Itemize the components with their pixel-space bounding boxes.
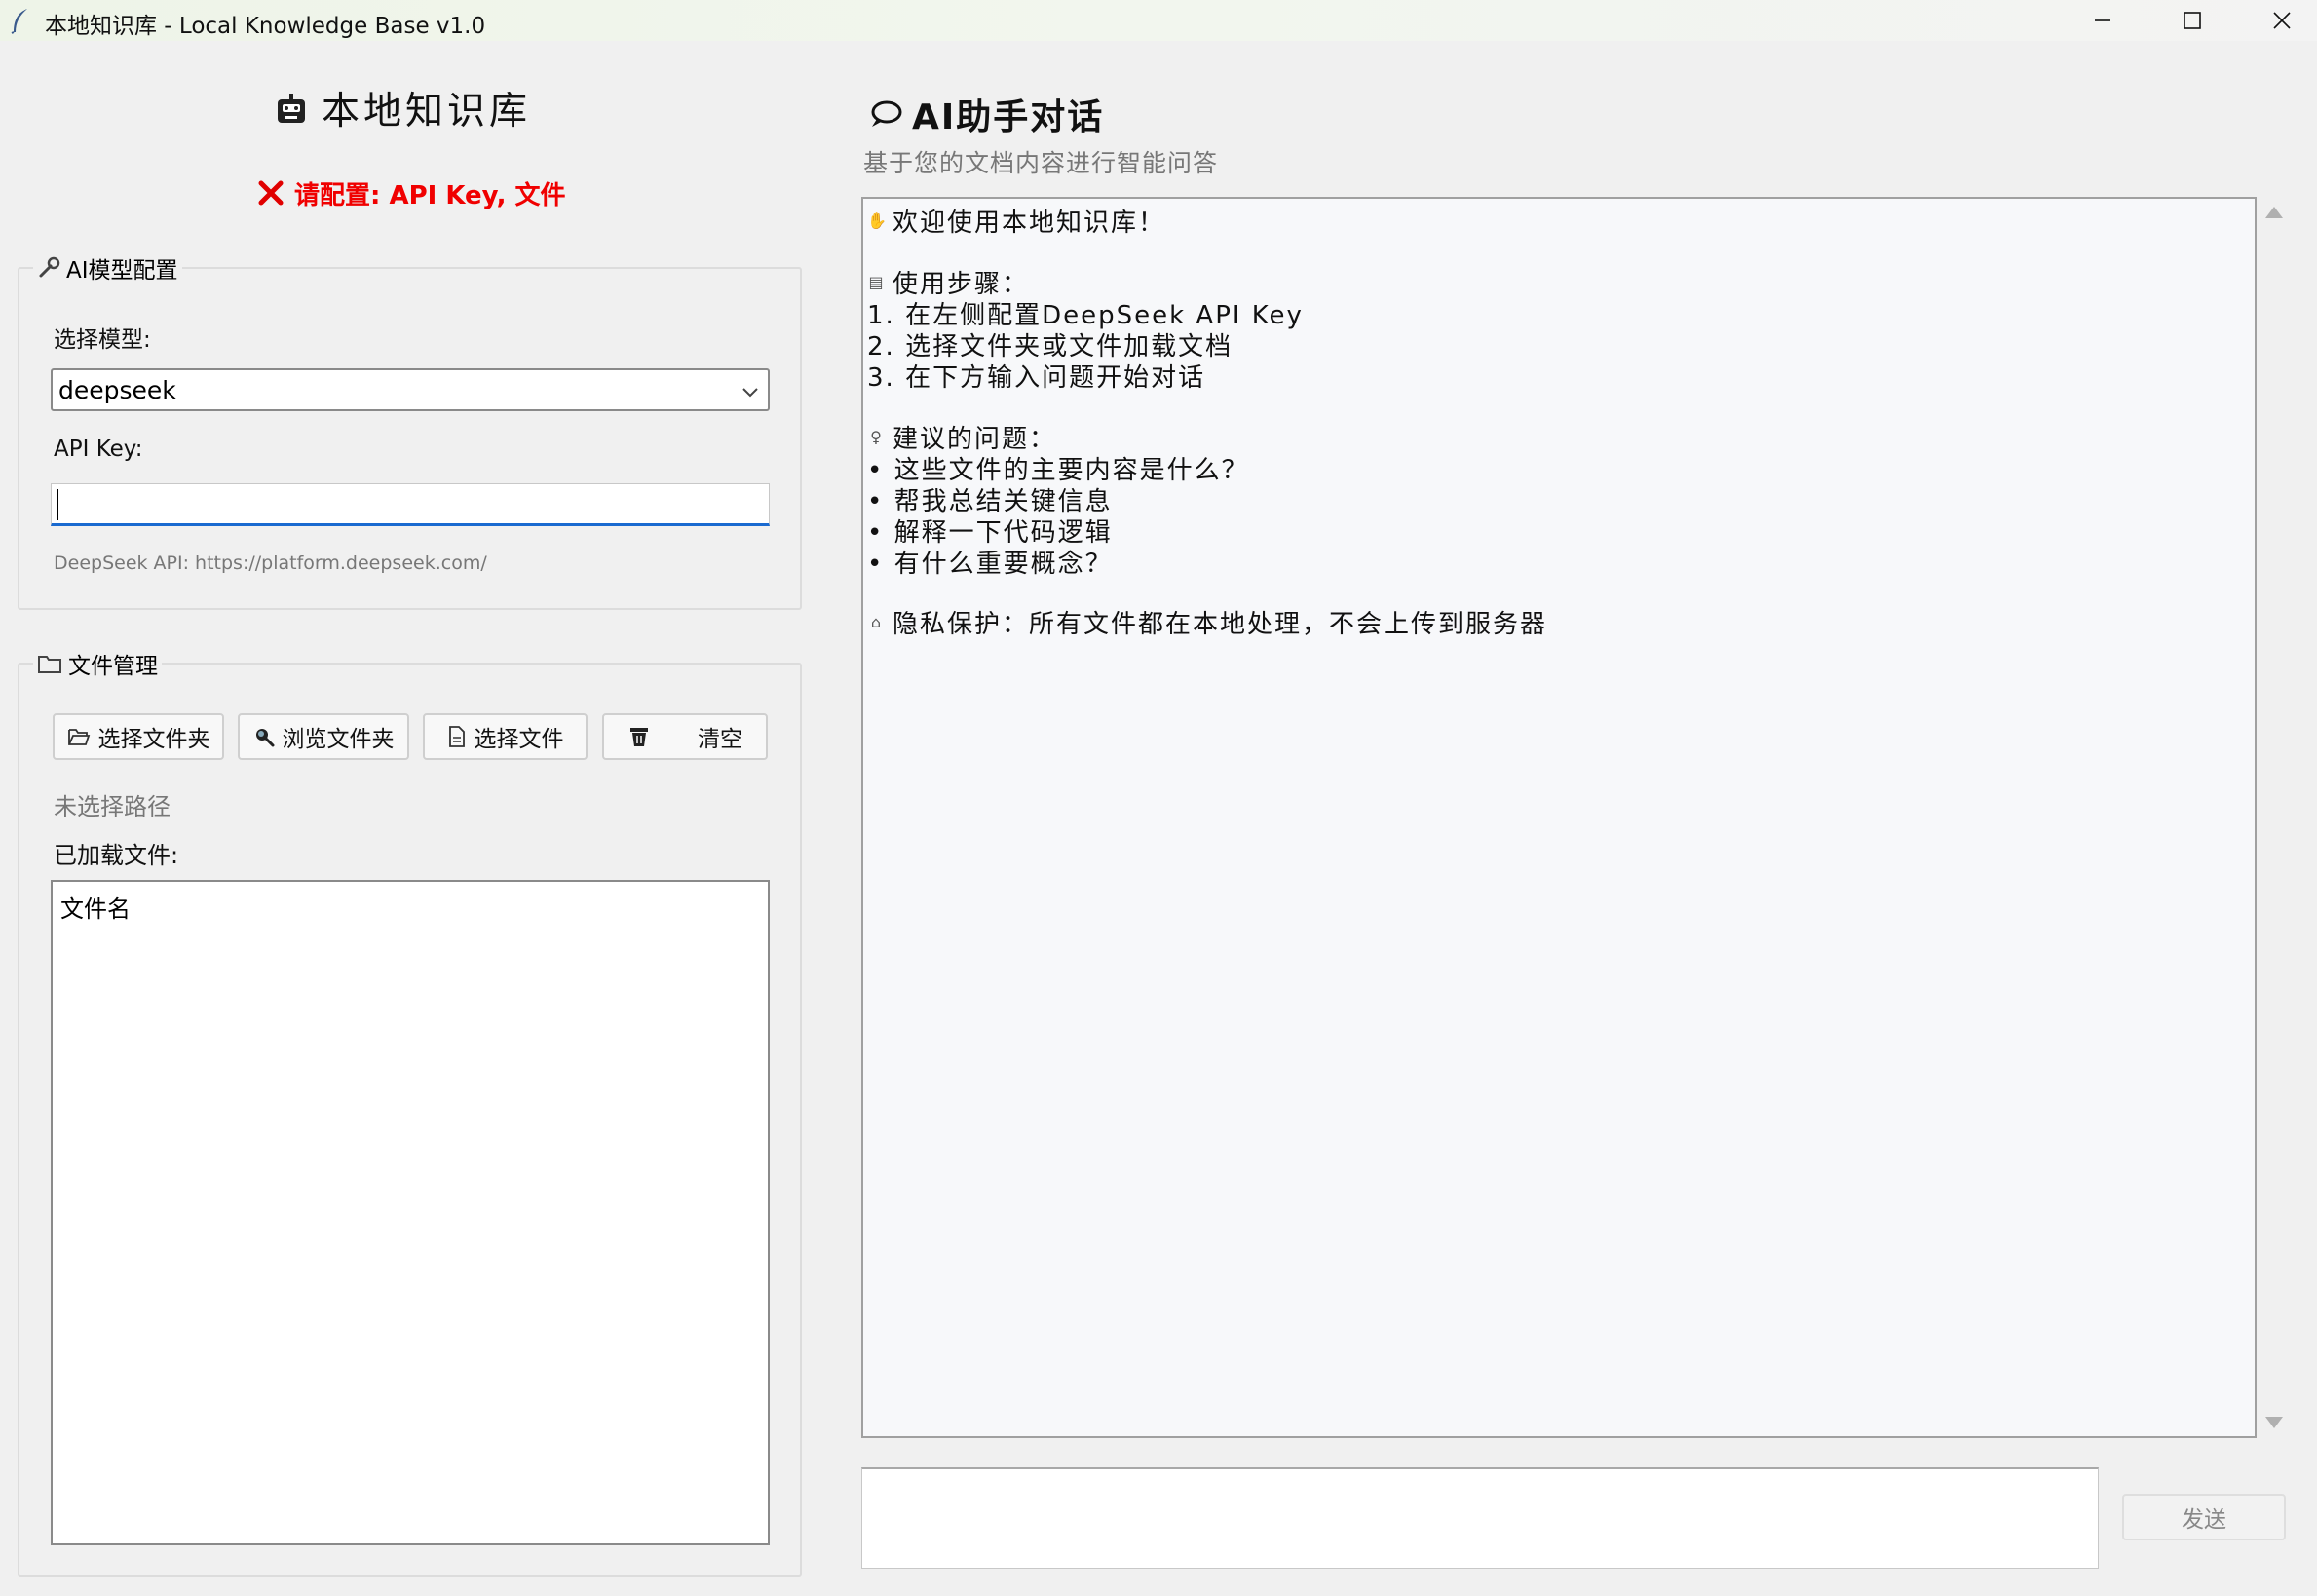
config-warning: 请配置: API Key, 文件 [257, 175, 566, 210]
scroll-down-arrow-icon[interactable] [2263, 1415, 2285, 1430]
lock-icon: ⌂ [870, 612, 884, 631]
browse-folder-button[interactable]: 浏览文件夹 [238, 713, 409, 760]
wave-hand-icon: ✋ [867, 210, 889, 230]
open-folder-icon [67, 729, 90, 745]
message-line: ▤ 使用步骤： [867, 266, 1029, 299]
chat-history[interactable]: ✋ 欢迎使用本地知识库！ ▤ 使用步骤： 1. 在左侧配置DeepSeek AP… [861, 197, 2257, 1438]
file-list[interactable]: 文件名 [51, 880, 770, 1545]
path-status: 未选择路径 [54, 793, 171, 820]
file-management-legend-text: 文件管理 [68, 654, 158, 679]
window-title: 本地知识库 - Local Knowledge Base v1.0 [45, 14, 486, 39]
trash-icon [630, 728, 648, 746]
message-line: ✋ 欢迎使用本地知识库！ [867, 205, 1166, 238]
select-file-button[interactable]: 选择文件 [423, 713, 588, 760]
send-label: 发送 [2182, 1507, 2226, 1533]
api-key-input[interactable] [51, 483, 770, 526]
privacy-text: 隐私保护：所有文件都在本地处理，不会上传到服务器 [893, 609, 1548, 639]
chat-subtitle: 基于您的文档内容进行智能问答 [863, 149, 1219, 177]
app-title: 本地知识库 [275, 84, 531, 133]
feather-icon [11, 9, 27, 34]
chevron-down-icon[interactable] [741, 382, 760, 401]
speech-bubble-icon [871, 100, 902, 127]
message-line: ⌂ 隐私保护：所有文件都在本地处理，不会上传到服务器 [867, 606, 1548, 639]
maximize-button[interactable] [2147, 0, 2237, 41]
app-title-text: 本地知识库 [322, 90, 532, 133]
scroll-up-arrow-icon[interactable] [2263, 205, 2285, 220]
message-line: • 帮我总结关键信息 [867, 483, 1113, 516]
api-key-label: API Key: [54, 437, 143, 462]
maximize-icon [2184, 12, 2201, 29]
clear-label: 清空 [698, 727, 742, 752]
minimize-button[interactable] [2058, 0, 2147, 41]
title-bar: 本地知识库 - Local Knowledge Base v1.0 [0, 0, 2317, 41]
robot-icon [278, 94, 305, 123]
message-line: • 有什么重要概念？ [867, 546, 1113, 579]
suggestion-4: • 有什么重要概念？ [867, 549, 1113, 579]
minimize-icon [2095, 19, 2110, 21]
message-line: 2. 选择文件夹或文件加载文档 [867, 328, 1233, 361]
loaded-files-label: 已加载文件: [54, 842, 179, 869]
message-line: ♀ 建议的问题： [867, 421, 1056, 454]
send-button[interactable]: 发送 [2122, 1494, 2286, 1540]
wrench-icon [39, 256, 60, 278]
file-list-header[interactable]: 文件名 [60, 890, 131, 924]
welcome-text: 欢迎使用本地知识库！ [893, 208, 1166, 238]
light-bulb-icon: ♀ [870, 427, 884, 446]
file-management-legend: 文件管理 [33, 648, 162, 679]
chat-title-text: AI助手对话 [912, 97, 1105, 137]
clipboard-icon: ▤ [868, 272, 886, 291]
model-label: 选择模型: [54, 327, 151, 353]
select-file-label: 选择文件 [474, 727, 564, 752]
folder-icon [38, 656, 61, 673]
message-line: • 这些文件的主要内容是什么？ [867, 452, 1249, 485]
question-input[interactable] [861, 1467, 2099, 1569]
file-icon [448, 726, 465, 747]
magnifier-icon [255, 729, 274, 747]
api-hint: DeepSeek API: https://platform.deepseek.… [54, 552, 487, 574]
model-config-legend-text: AI模型配置 [66, 258, 178, 284]
model-select-value: deepseek [58, 376, 176, 404]
browse-folder-label: 浏览文件夹 [282, 727, 395, 752]
clear-button[interactable]: 清空 [602, 713, 768, 760]
select-folder-label: 选择文件夹 [97, 727, 210, 752]
close-button[interactable] [2237, 0, 2317, 41]
step-3: 3. 在下方输入问题开始对话 [867, 362, 1206, 393]
chat-title: AI助手对话 [869, 92, 1105, 137]
close-icon [2273, 12, 2291, 29]
message-line: 1. 在左侧配置DeepSeek API Key [867, 297, 1304, 330]
cross-mark-icon [258, 180, 284, 206]
message-line: 3. 在下方输入问题开始对话 [867, 360, 1206, 393]
model-select[interactable]: deepseek [51, 368, 770, 411]
text-caret [57, 489, 58, 520]
select-folder-button[interactable]: 选择文件夹 [53, 713, 224, 760]
message-line: • 解释一下代码逻辑 [867, 514, 1113, 548]
model-config-legend: AI模型配置 [33, 252, 182, 284]
config-warning-text: 请配置: API Key, 文件 [294, 180, 566, 210]
